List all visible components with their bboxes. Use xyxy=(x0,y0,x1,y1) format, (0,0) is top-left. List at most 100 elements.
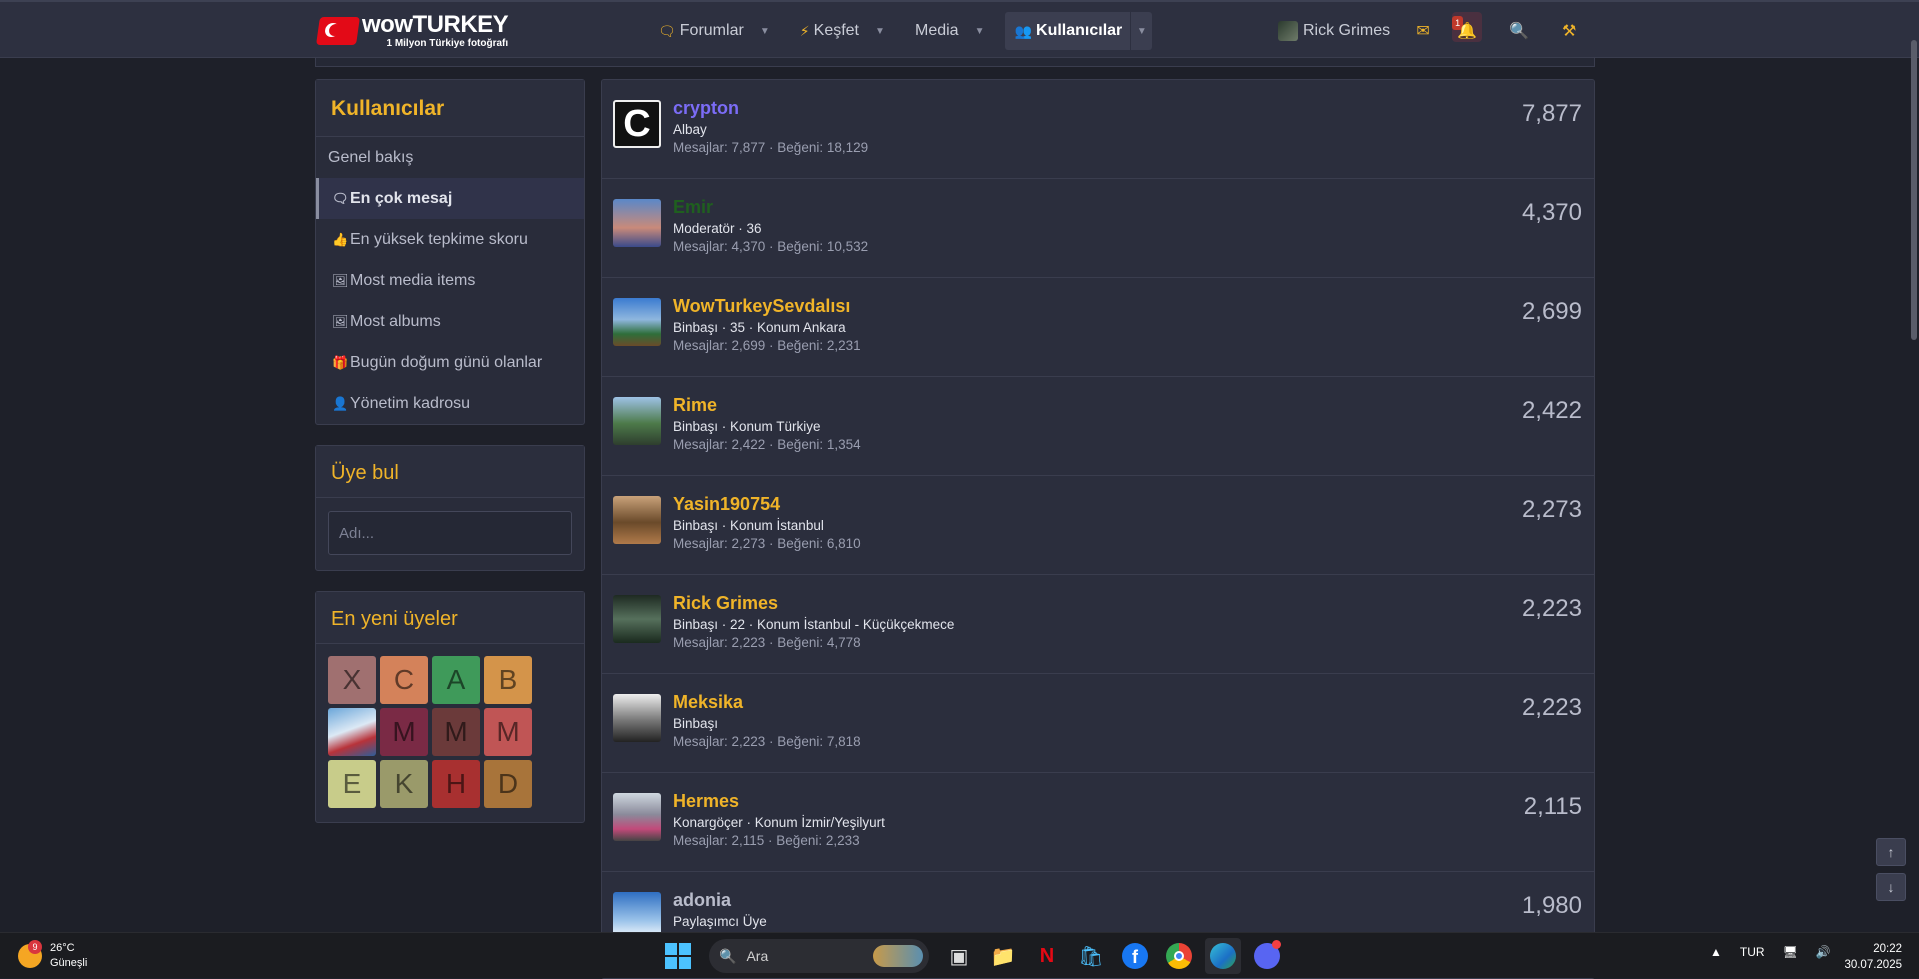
breadcrumb-bar xyxy=(315,58,1595,67)
scroll-buttons: ↑ ↓ xyxy=(1876,838,1906,908)
menu-genel-bakis[interactable]: Genel bakış xyxy=(316,137,584,178)
member-title: Konargöçer · Konum İzmir/Yeşilyurt xyxy=(673,815,885,830)
tools-button[interactable]: ⚒ xyxy=(1550,12,1588,50)
nav-kesfet-dropdown[interactable]: ▼ xyxy=(869,12,891,50)
volume-icon[interactable]: 🔊 xyxy=(1816,945,1831,959)
avatar[interactable] xyxy=(613,496,661,544)
language-indicator[interactable]: TUR xyxy=(1740,945,1765,959)
avatar[interactable] xyxy=(613,793,661,841)
member-search-input[interactable] xyxy=(328,511,572,555)
newest-member-avatar[interactable]: H xyxy=(432,760,480,808)
member-name[interactable]: Rime xyxy=(673,395,717,416)
avatar[interactable]: C xyxy=(613,100,661,148)
account-nav: Rick Grimes ✉ 1 🔔 🔍 ⚒ xyxy=(1270,12,1588,50)
member-name[interactable]: Meksika xyxy=(673,692,743,713)
taskbar-search[interactable]: 🔍 Ara xyxy=(709,939,929,973)
menu-en-cok-mesaj-label: En çok mesaj xyxy=(350,189,453,207)
newest-member-avatar[interactable]: D xyxy=(484,760,532,808)
newest-member-avatar[interactable]: B xyxy=(484,656,532,704)
start-button[interactable] xyxy=(665,943,691,969)
avatar[interactable] xyxy=(613,694,661,742)
menu-en-cok-mesaj[interactable]: 🗨 En çok mesaj xyxy=(316,178,584,219)
bolt-icon: ⚡ xyxy=(799,22,810,39)
avatar[interactable] xyxy=(613,397,661,445)
album-icon: 🖼 xyxy=(332,313,349,329)
discord-icon[interactable] xyxy=(1249,938,1285,974)
member-row: Hermes Konargöçer · Konum İzmir/Yeşilyurt… xyxy=(602,773,1594,872)
search-icon: 🔍 xyxy=(719,947,737,964)
member-row: Emir Moderatör · 36 Mesajlar: 4,370 · Beğe… xyxy=(602,179,1594,278)
newest-member-avatar[interactable]: X xyxy=(328,656,376,704)
nav-kullanicilar[interactable]: 👥 Kullanıcılar xyxy=(1005,12,1131,50)
turkey-flag-icon xyxy=(316,17,360,45)
task-view-icon[interactable]: ▣ xyxy=(941,938,977,974)
message-count: 7,877 xyxy=(1521,100,1582,127)
search-icon: 🔍 xyxy=(1509,23,1530,40)
member-name[interactable]: Yasin190754 xyxy=(673,494,780,515)
member-row: Yasin190754 Binbaşı · Konum İstanbul Mesaj… xyxy=(602,476,1594,575)
clock[interactable]: 20:22 30.07.2025 xyxy=(1838,941,1902,973)
find-member-title: Üye bul xyxy=(316,446,584,498)
member-name[interactable]: Rick Grimes xyxy=(673,593,778,614)
nav-forumlar-dropdown[interactable]: ▼ xyxy=(754,12,776,50)
site-logo[interactable]: wowTURKEY 1 Milyon Türkiye fotoğrafı xyxy=(316,12,509,50)
member-stats: Mesajlar: 4,370 · Beğeni: 10,532 xyxy=(673,239,869,254)
alerts-button[interactable]: 1 🔔 xyxy=(1448,12,1486,50)
member-title: Albay xyxy=(673,122,707,137)
account-link[interactable]: Rick Grimes xyxy=(1270,21,1398,41)
member-name[interactable]: WowTurkeySevdalısı xyxy=(673,296,850,317)
newest-member-avatar[interactable]: E xyxy=(328,760,376,808)
scroll-top-button[interactable]: ↑ xyxy=(1876,838,1906,866)
weather-condition: Güneşli xyxy=(50,957,88,969)
menu-yonetim-kadrosu[interactable]: 👤 Yönetim kadrosu xyxy=(316,383,584,424)
members-menu-title: Kullanıcılar xyxy=(316,80,584,137)
menu-genel-bakis-label: Genel bakış xyxy=(328,148,414,166)
store-icon[interactable]: 🛍 xyxy=(1073,938,1109,974)
scroll-bottom-button[interactable]: ↓ xyxy=(1876,873,1906,901)
newest-member-avatar[interactable]: K xyxy=(380,760,428,808)
facebook-icon[interactable]: f xyxy=(1117,938,1153,974)
chrome-icon[interactable] xyxy=(1161,938,1197,974)
nav-kesfet[interactable]: ⚡ Keşfet xyxy=(790,12,869,50)
user-icon: 👤 xyxy=(332,395,349,411)
member-stats: Mesajlar: 2,223 · Beğeni: 4,778 xyxy=(673,635,861,650)
chevron-up-icon[interactable]: ▲ xyxy=(1710,945,1722,959)
netflix-icon[interactable]: N xyxy=(1029,938,1065,974)
search-button[interactable]: 🔍 xyxy=(1500,12,1538,50)
menu-tepkime-skoru[interactable]: 👍 En yüksek tepkime skoru xyxy=(316,219,584,260)
nav-media[interactable]: Media xyxy=(905,12,969,50)
network-icon[interactable]: 🖥 xyxy=(1783,945,1798,959)
nav-media-dropdown[interactable]: ▼ xyxy=(969,12,991,50)
avatar[interactable] xyxy=(613,199,661,247)
top-navigation-bar: wowTURKEY 1 Milyon Türkiye fotoğrafı 🗨 F… xyxy=(0,0,1919,58)
file-explorer-icon[interactable]: 📁 xyxy=(985,938,1021,974)
menu-tepkime-skoru-label: En yüksek tepkime skoru xyxy=(350,230,528,248)
gift-icon: 🎁 xyxy=(332,354,349,370)
menu-media-items[interactable]: 🖼 Most media items xyxy=(316,260,584,301)
newest-member-avatar[interactable] xyxy=(328,708,376,756)
weather-widget[interactable]: 9 26°C Güneşli xyxy=(18,940,88,971)
newest-members-title: En yeni üyeler xyxy=(316,592,584,644)
newest-member-avatar[interactable]: M xyxy=(432,708,480,756)
newest-member-avatar[interactable]: M xyxy=(380,708,428,756)
inbox-button[interactable]: ✉ xyxy=(1404,12,1442,50)
avatar[interactable] xyxy=(613,298,661,346)
member-name[interactable]: adonia xyxy=(673,890,731,911)
member-name[interactable]: crypton xyxy=(673,98,739,119)
weather-temp: 26°C xyxy=(50,942,75,954)
arrow-down-icon: ↓ xyxy=(1887,879,1895,895)
menu-dogum-gunu[interactable]: 🎁 Bugün doğum günü olanlar xyxy=(316,342,584,383)
page-scrollbar[interactable] xyxy=(1911,40,1917,340)
newest-member-avatar[interactable]: A xyxy=(432,656,480,704)
menu-most-albums[interactable]: 🖼 Most albums xyxy=(316,301,584,342)
edge-icon[interactable] xyxy=(1205,938,1241,974)
windows-taskbar: 9 26°C Güneşli 🔍 Ara ▣ 📁 N 🛍 f ▲ TUR 🖥 🔊… xyxy=(0,932,1919,978)
member-name[interactable]: Emir xyxy=(673,197,713,218)
nav-kullanicilar-dropdown[interactable]: ▼ xyxy=(1130,12,1152,50)
avatar[interactable] xyxy=(613,595,661,643)
member-name[interactable]: Hermes xyxy=(673,791,739,812)
users-icon: 👥 xyxy=(1014,22,1033,39)
newest-member-avatar[interactable]: C xyxy=(380,656,428,704)
newest-member-avatar[interactable]: M xyxy=(484,708,532,756)
nav-forumlar[interactable]: 🗨 Forumlar xyxy=(648,12,754,50)
